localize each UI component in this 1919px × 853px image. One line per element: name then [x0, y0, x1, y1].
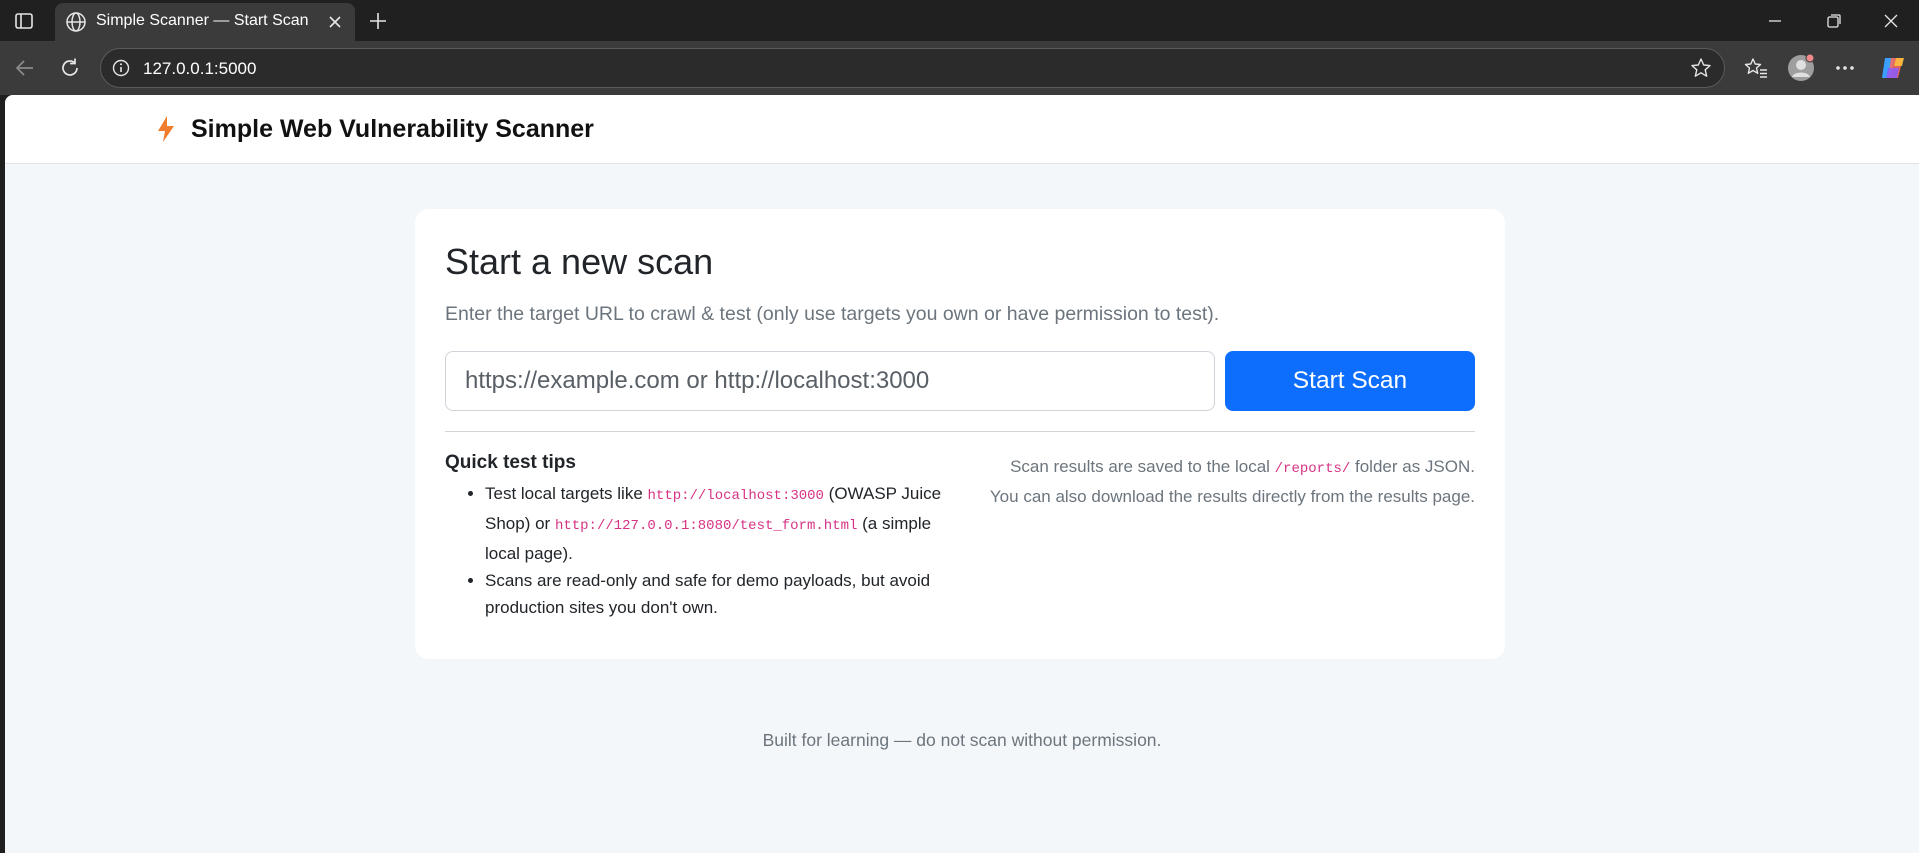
minimize-icon[interactable]	[1762, 8, 1788, 34]
page-title: Start a new scan	[445, 241, 714, 282]
address-bar[interactable]: 127.0.0.1:5000	[100, 48, 1725, 88]
navbar: Simple Web Vulnerability Scanner	[5, 95, 1919, 164]
code-snippet: http://127.0.0.1:8080/test_form.html	[554, 518, 858, 534]
close-window-icon[interactable]	[1878, 8, 1904, 34]
page-subtitle: Enter the target URL to crawl & test (on…	[445, 303, 1220, 325]
refresh-icon[interactable]	[56, 54, 84, 82]
footer-text: Built for learning — do not scan without…	[762, 730, 1162, 750]
browser-tab[interactable]: Simple Scanner — Start Scan	[55, 3, 355, 41]
tips-list: Test local targets like http://localhost…	[485, 480, 955, 621]
info-text: folder as JSON.	[1350, 457, 1475, 476]
restore-icon[interactable]	[1821, 8, 1847, 34]
scan-card: Start a new scan Enter the target URL to…	[415, 209, 1505, 659]
start-scan-button[interactable]: Start Scan	[1225, 351, 1475, 411]
results-info-line: You can also download the results direct…	[989, 487, 1475, 506]
tip-text: Test local targets like	[485, 484, 648, 503]
back-icon[interactable]	[11, 54, 39, 82]
star-icon[interactable]	[1690, 57, 1712, 79]
plus-icon[interactable]	[366, 9, 390, 33]
code-snippet: http://localhost:3000	[647, 488, 824, 504]
list-item: Test local targets like http://localhost…	[485, 480, 955, 567]
browser-toolbar: 127.0.0.1:5000	[0, 41, 1919, 95]
results-info: Scan results are saved to the local /rep…	[955, 453, 1475, 510]
close-icon[interactable]	[325, 12, 345, 32]
more-icon[interactable]	[1831, 54, 1859, 82]
copilot-icon[interactable]	[1879, 54, 1907, 82]
favorites-icon[interactable]	[1742, 54, 1770, 82]
target-url-input[interactable]	[445, 351, 1215, 411]
tab-actions-icon[interactable]	[10, 9, 38, 33]
browser-tab-bar: Simple Scanner — Start Scan	[0, 0, 1919, 41]
divider	[445, 431, 1475, 432]
tab-title: Simple Scanner — Start Scan	[96, 12, 309, 29]
page-viewport: Simple Web Vulnerability Scanner Start a…	[5, 95, 1919, 853]
address-url: 127.0.0.1:5000	[143, 59, 257, 78]
info-text: Scan results are saved to the local	[1010, 457, 1275, 476]
lightning-icon	[155, 115, 177, 143]
tip-text: Scans are read-only and safe for demo pa…	[485, 571, 931, 617]
profile-icon[interactable]	[1787, 54, 1815, 82]
code-snippet: /reports/	[1274, 461, 1351, 477]
results-info-line: Scan results are saved to the local /rep…	[955, 453, 1475, 483]
list-item: Scans are read-only and safe for demo pa…	[485, 567, 955, 621]
globe-icon	[65, 11, 87, 33]
info-icon[interactable]	[111, 58, 131, 78]
brand-title[interactable]: Simple Web Vulnerability Scanner	[191, 115, 594, 144]
tips-title: Quick test tips	[445, 452, 576, 473]
